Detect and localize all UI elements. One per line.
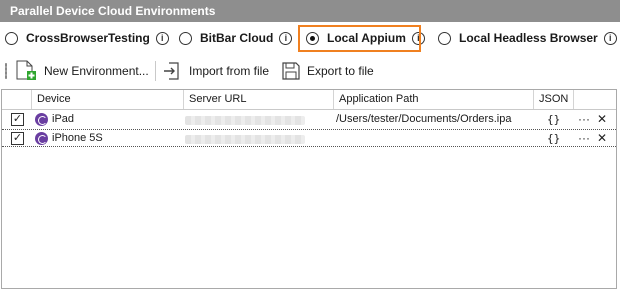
environments-table: Device Server URL Application Path JSON … bbox=[1, 89, 617, 289]
radio-label: Local Headless Browser bbox=[459, 31, 598, 45]
radio-local-headless-browser[interactable]: Local Headless Browser i bbox=[438, 29, 617, 47]
save-disk-icon bbox=[282, 62, 300, 80]
column-header-actions bbox=[573, 90, 616, 109]
export-to-file-button[interactable]: Export to file bbox=[281, 60, 374, 82]
device-name[interactable]: iPad bbox=[52, 113, 74, 127]
export-label: Export to file bbox=[307, 64, 374, 78]
radio-label: CrossBrowserTesting bbox=[26, 31, 150, 45]
table-row[interactable]: ✓ iPhone 5S {} ··· ✕ bbox=[2, 129, 616, 147]
table-row[interactable]: ✓ iPad /Users/tester/Documents/Orders.ip… bbox=[2, 111, 616, 129]
new-environment-button[interactable]: New Environment... bbox=[14, 60, 149, 82]
server-url-redacted[interactable] bbox=[185, 135, 305, 144]
radio-circle[interactable] bbox=[438, 31, 451, 45]
json-config[interactable]: {} bbox=[547, 132, 560, 146]
more-options-icon[interactable]: ··· bbox=[578, 112, 590, 126]
column-header-device[interactable]: Device bbox=[31, 90, 183, 109]
column-header-application-path[interactable]: Application Path bbox=[333, 90, 533, 109]
application-path[interactable]: /Users/tester/Documents/Orders.ipa bbox=[336, 113, 511, 127]
remove-row-icon[interactable]: ✕ bbox=[597, 112, 607, 126]
info-icon[interactable]: i bbox=[411, 31, 425, 45]
column-header-server-url[interactable]: Server URL bbox=[183, 90, 333, 109]
info-icon[interactable]: i bbox=[155, 31, 169, 45]
new-environment-label: New Environment... bbox=[44, 64, 149, 78]
info-icon[interactable]: i bbox=[603, 31, 617, 45]
remove-row-icon[interactable]: ✕ bbox=[597, 131, 607, 145]
radio-local-appium[interactable]: Local Appium i bbox=[306, 29, 425, 47]
import-icon bbox=[164, 62, 179, 80]
server-url-redacted[interactable] bbox=[185, 116, 305, 125]
panel-title: Parallel Device Cloud Environments bbox=[0, 0, 620, 22]
appium-device-icon bbox=[35, 132, 48, 145]
radio-label: BitBar Cloud bbox=[200, 31, 274, 45]
radio-circle[interactable] bbox=[5, 31, 18, 45]
radio-crossbrowsertesting[interactable]: CrossBrowserTesting i bbox=[5, 29, 169, 47]
json-config[interactable]: {} bbox=[547, 113, 560, 127]
row-checkbox[interactable]: ✓ bbox=[11, 132, 24, 145]
radio-circle-selected[interactable] bbox=[306, 31, 319, 45]
toolbar-grip-icon[interactable] bbox=[5, 63, 7, 79]
radio-label: Local Appium bbox=[327, 31, 406, 45]
environment-type-selector: CrossBrowserTesting i BitBar Cloud i Loc… bbox=[0, 22, 620, 54]
row-checkbox[interactable]: ✓ bbox=[11, 113, 24, 126]
toolbar: New Environment... Import from file Expo… bbox=[0, 56, 620, 86]
info-icon[interactable]: i bbox=[279, 31, 293, 45]
more-options-icon[interactable]: ··· bbox=[578, 131, 590, 145]
radio-bitbar-cloud[interactable]: BitBar Cloud i bbox=[179, 29, 293, 47]
radio-circle[interactable] bbox=[179, 31, 192, 45]
table-header: Device Server URL Application Path JSON bbox=[2, 90, 616, 110]
import-from-file-button[interactable]: Import from file bbox=[163, 60, 269, 82]
new-document-icon bbox=[16, 60, 36, 80]
toolbar-separator bbox=[155, 61, 156, 81]
appium-device-icon bbox=[35, 113, 48, 126]
import-label: Import from file bbox=[189, 64, 270, 78]
device-name[interactable]: iPhone 5S bbox=[52, 132, 103, 146]
column-header-json[interactable]: JSON bbox=[533, 90, 573, 109]
